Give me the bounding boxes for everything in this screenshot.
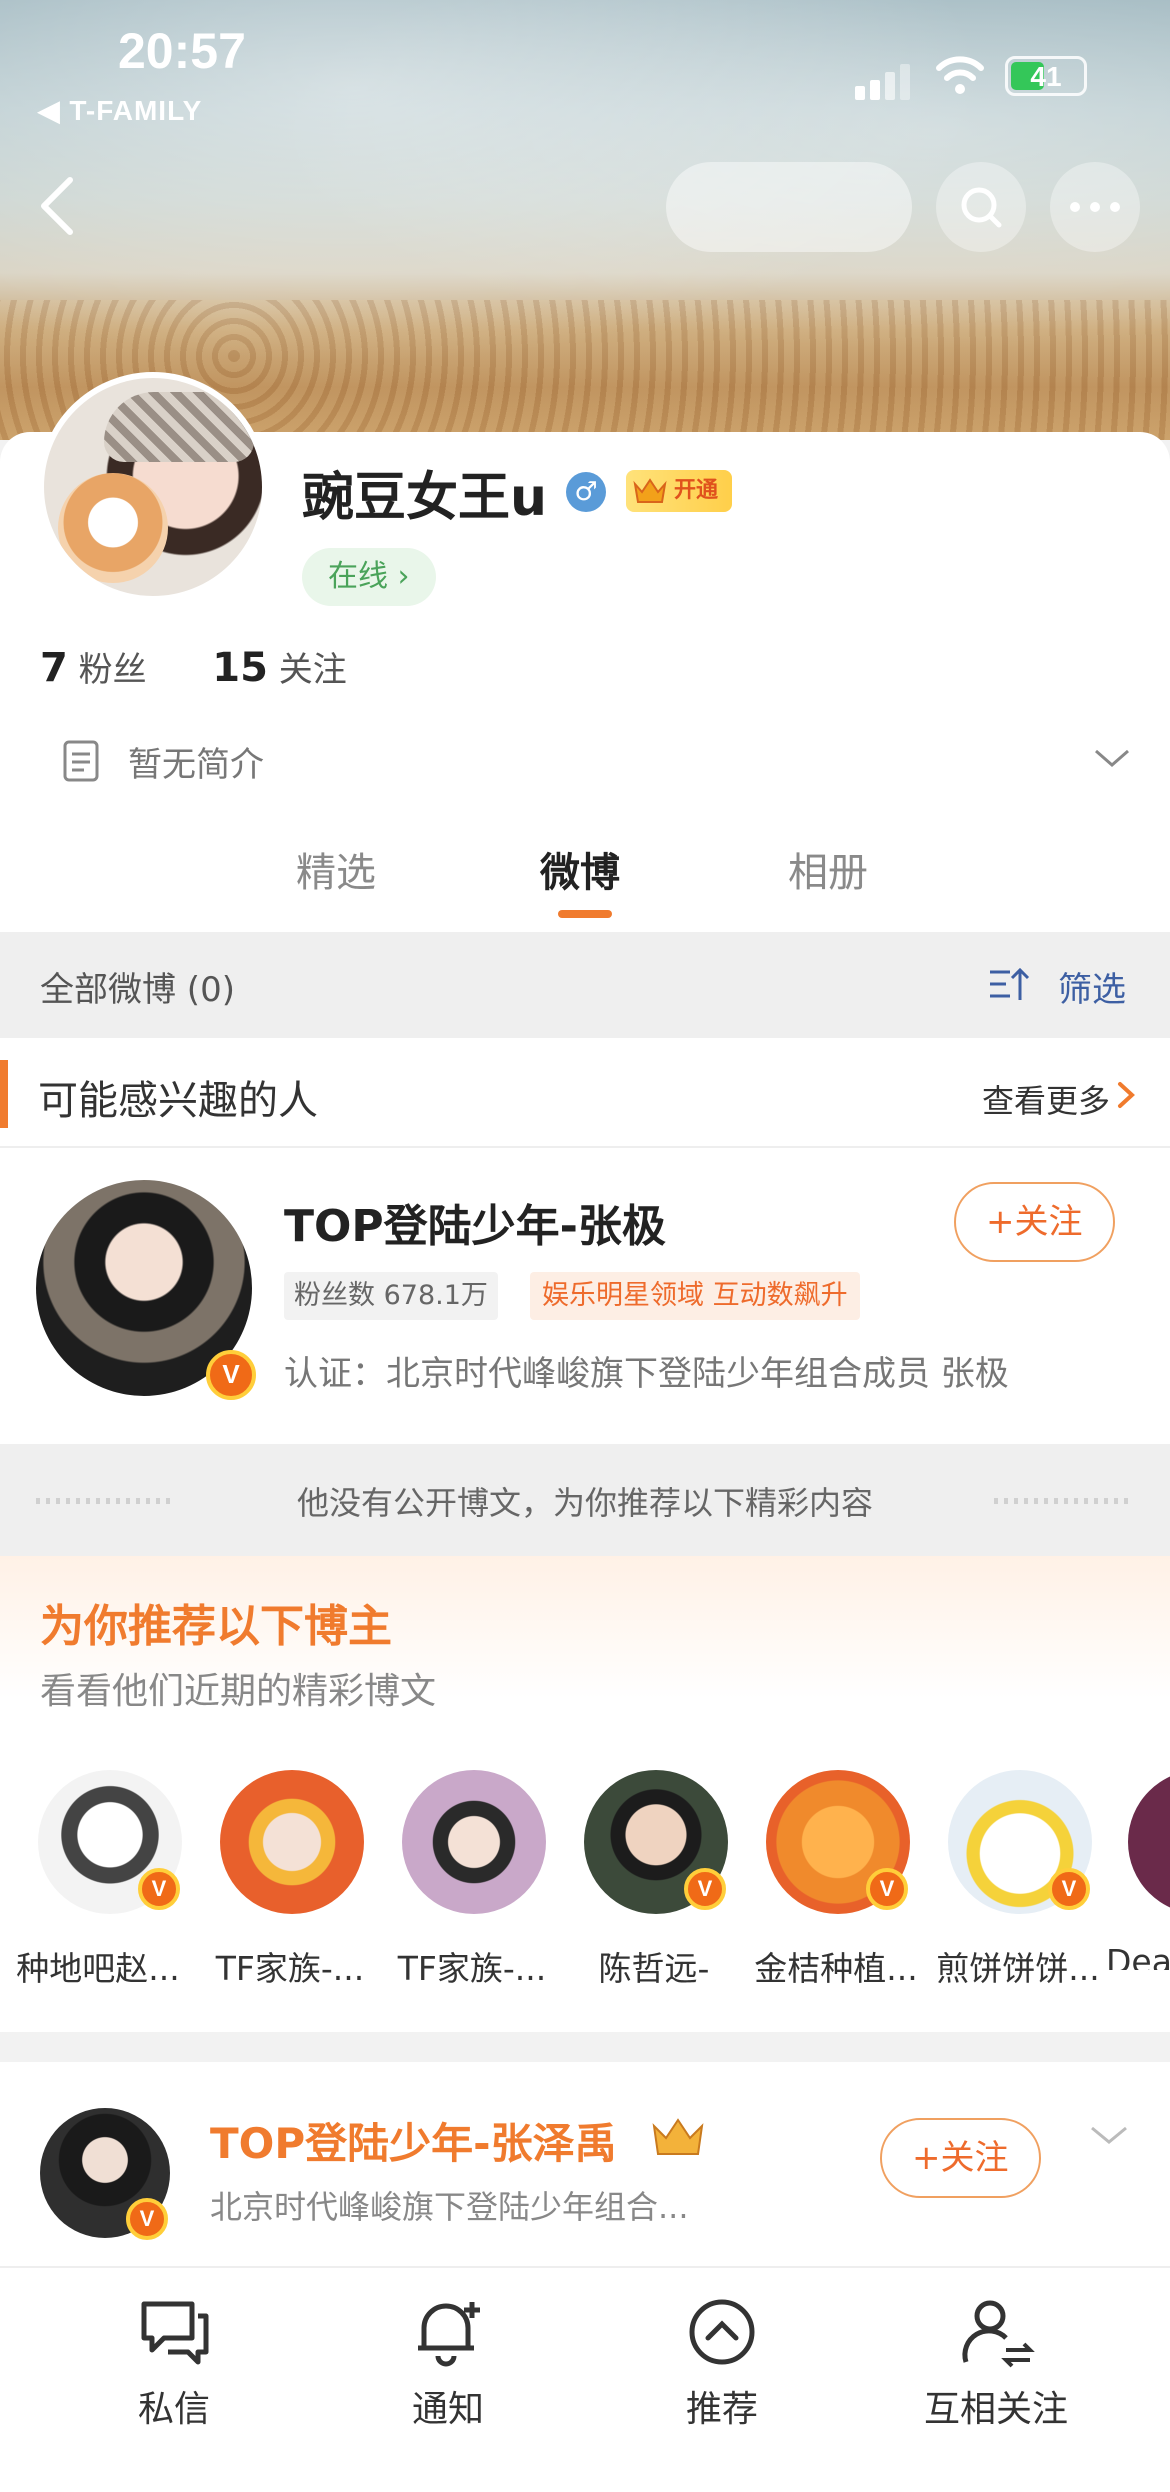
wifi-icon: [936, 56, 984, 94]
search-button[interactable]: [936, 162, 1026, 252]
messages-button[interactable]: 私信: [74, 2292, 274, 2432]
following-stat[interactable]: 15 关注: [212, 645, 347, 691]
blogger-name: 金桔种植...: [754, 1949, 918, 1988]
verified-badge-icon: V: [684, 1868, 726, 1910]
suggested-user-card[interactable]: V TOP登陆少年-张泽禹 北京时代峰峻旗下登陆少年组合... +关注: [0, 2062, 1170, 2272]
mutual-follow-button[interactable]: 互相关注: [896, 2292, 1096, 2432]
tab-weibo[interactable]: 微博: [540, 840, 620, 898]
suggested-user-name[interactable]: TOP登陆少年-张泽禹: [210, 2110, 617, 2171]
bell-icon: [418, 2302, 480, 2367]
chevron-down-icon[interactable]: [1088, 2120, 1130, 2150]
feed-filter-bar: 全部微博 (0) 筛选: [0, 932, 1170, 1038]
fans-count: 7: [40, 645, 68, 691]
blogger-name: TF家族-...: [215, 1949, 365, 1988]
battery-icon: 41: [1005, 56, 1087, 96]
verification-text: 认证：北京时代峰峻旗下登陆少年组合成员 张极: [284, 1354, 1009, 1394]
see-more-link[interactable]: 查看更多: [982, 1076, 1110, 1122]
dotted-divider-right: [994, 1498, 1134, 1504]
vip-open-badge[interactable]: 开通: [626, 470, 733, 512]
section-title: 可能感兴趣的人: [38, 1078, 318, 1124]
bio-row[interactable]: 暂无简介: [62, 735, 1132, 787]
divider: [0, 1146, 1170, 1148]
section-accent-bar: [0, 1060, 8, 1128]
bio-text: 暂无简介: [128, 745, 264, 785]
crown-icon: [633, 478, 667, 503]
fans-label: 粉丝: [78, 650, 147, 690]
signal-icon: [855, 60, 915, 100]
tab-featured[interactable]: 精选: [296, 840, 376, 898]
search-icon: [961, 187, 1002, 228]
crown-icon: [652, 2118, 704, 2155]
follow-button[interactable]: +关注: [880, 2118, 1041, 2198]
recommended-user-name[interactable]: TOP登陆少年-张极: [284, 1190, 666, 1254]
weibo-count: 全部微博 (0): [40, 970, 235, 1010]
verified-badge-icon: V: [126, 2198, 168, 2240]
recommend-title: 为你推荐以下博主: [40, 1601, 392, 1652]
blogger-name: Dea: [1106, 1942, 1170, 1970]
filter-button[interactable]: 筛选: [1058, 962, 1126, 1011]
verified-badge-icon: V: [866, 1868, 908, 1910]
blogger-name: 煎饼饼饼...: [936, 1949, 1100, 1988]
active-tab-indicator: [558, 910, 612, 918]
recommend-label: 推荐: [685, 2389, 758, 2430]
battery-level: 41: [1030, 61, 1062, 92]
people-you-may-like: 可能感兴趣的人 查看更多 V TOP登陆少年-张极 粉丝数 678.1万 娱乐明…: [0, 1038, 1170, 1444]
mutual-follow-label: 互相关注: [923, 2389, 1068, 2430]
blogger-item[interactable]: TF家族-...: [190, 1770, 370, 1988]
recommend-subtitle: 看看他们近期的精彩博文: [40, 1671, 437, 1712]
avatar-cat: [58, 473, 168, 583]
profile-name: 豌豆女王u: [302, 468, 548, 528]
status-time: 20:57: [118, 23, 246, 79]
blogger-avatar: [1128, 1770, 1170, 1914]
blogger-avatar: [402, 1770, 546, 1914]
verified-badge-icon: V: [138, 1868, 180, 1910]
following-count: 15: [212, 645, 268, 691]
document-icon: [63, 740, 99, 782]
recommended-bloggers: 为你推荐以下博主 看看他们近期的精彩博文 V 种地吧赵... TF家族-... …: [0, 1556, 1170, 2032]
recommend-button[interactable]: 推荐: [622, 2292, 822, 2432]
verified-badge-icon: V: [1048, 1868, 1090, 1910]
chevron-right-icon[interactable]: [1116, 1080, 1136, 1110]
blogger-name: 种地吧赵...: [16, 1949, 180, 1988]
verified-badge-icon: V: [206, 1350, 256, 1400]
bottom-action-bar: 私信 通知 推荐 互相关注: [0, 2266, 1170, 2492]
avatar-hat: [104, 392, 254, 462]
profile-stats: 7 粉丝 15 关注: [40, 642, 347, 691]
status-carrier[interactable]: ◀ T-FAMILY: [38, 94, 202, 127]
blogger-item[interactable]: V 金桔种植...: [736, 1770, 918, 1988]
fans-stat[interactable]: 7 粉丝: [40, 645, 147, 691]
blogger-name: TF家族-...: [397, 1949, 547, 1988]
message-icon: [141, 2301, 209, 2365]
blogger-item[interactable]: V 种地吧赵...: [8, 1770, 188, 1988]
blogger-item[interactable]: V 煎饼饼饼...: [918, 1770, 1100, 1988]
recommend-icon: [689, 2299, 755, 2365]
domain-tag: 娱乐明星领域 互动数飙升: [530, 1272, 860, 1320]
profile-tabs: 精选 微博 相册: [0, 832, 1170, 932]
back-icon[interactable]: [28, 170, 88, 240]
more-button[interactable]: [1050, 162, 1140, 252]
notifications-button[interactable]: 通知: [348, 2292, 548, 2432]
filter-icon[interactable]: [988, 964, 1030, 1004]
blogger-item[interactable]: TF家族-...: [372, 1770, 552, 1988]
messages-label: 私信: [137, 2389, 210, 2430]
blurred-action-pill[interactable]: [666, 162, 912, 252]
blogger-avatar: [220, 1770, 364, 1914]
male-gender-icon: ♂: [566, 472, 606, 512]
more-dots-icon: [1070, 202, 1120, 212]
mutual-follow-icon: [962, 2300, 1035, 2368]
tab-album[interactable]: 相册: [788, 840, 868, 898]
notifications-label: 通知: [411, 2389, 484, 2430]
blogger-item[interactable]: V 陈哲远-: [554, 1770, 734, 1988]
blogger-name: 陈哲远-: [598, 1949, 710, 1988]
fans-count-tag: 粉丝数 678.1万: [284, 1272, 498, 1320]
suggested-user-desc: 北京时代峰峻旗下登陆少年组合...: [210, 2188, 689, 2226]
chevron-down-icon[interactable]: [1092, 743, 1132, 773]
following-label: 关注: [278, 650, 347, 690]
online-status-pill[interactable]: 在线 ›: [302, 548, 436, 606]
no-posts-notice: 他没有公开博文，为你推荐以下精彩内容: [0, 1444, 1170, 1556]
vip-label: 开通: [674, 478, 719, 503]
follow-button[interactable]: +关注: [954, 1182, 1115, 1262]
avatar[interactable]: [38, 372, 268, 602]
blogger-item[interactable]: Dea: [1098, 1770, 1170, 1970]
